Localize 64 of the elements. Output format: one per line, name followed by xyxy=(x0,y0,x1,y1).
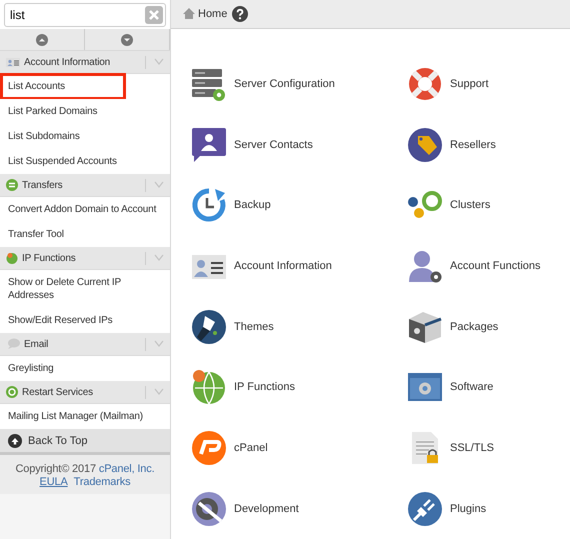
menu-item[interactable]: Greylisting xyxy=(0,355,170,382)
people-bubble-icon xyxy=(191,126,227,163)
clear-icon[interactable] xyxy=(145,6,163,24)
menu-item[interactable]: Convert Addon Domain to Account xyxy=(0,196,170,223)
tile-link[interactable]: Server Configuration xyxy=(191,54,407,114)
chevron-down-icon[interactable] xyxy=(154,340,164,348)
tile-link[interactable]: Themes xyxy=(191,296,407,357)
copyright-text: Copyright© 2017 cPanel, Inc. xyxy=(14,463,156,475)
menu-item[interactable]: Mailing List Manager (Mailman) xyxy=(0,403,170,430)
logo-icon xyxy=(191,430,227,466)
section-header[interactable]: IP Functions xyxy=(0,247,170,270)
search-field[interactable]: list xyxy=(4,3,166,27)
menu-item[interactable]: Transfer Tool xyxy=(0,221,170,248)
transfer-icon xyxy=(6,179,18,191)
chevron-down-icon[interactable] xyxy=(154,181,164,189)
section-header[interactable]: Transfers xyxy=(0,174,170,197)
tile-link[interactable]: Server Contacts xyxy=(191,114,407,175)
menu-item[interactable]: List Parked Domains xyxy=(0,98,170,125)
tile-link[interactable]: Software xyxy=(407,356,570,418)
section-title: Email xyxy=(24,338,50,350)
section-title: Transfers xyxy=(22,180,64,190)
tile-link[interactable]: Support xyxy=(407,54,570,114)
chevron-down-icon[interactable] xyxy=(154,254,164,262)
tile-link[interactable]: Account Functions xyxy=(407,236,570,296)
tile-link[interactable]: Account Information xyxy=(191,236,407,296)
tile-link[interactable]: IP Functions xyxy=(191,356,407,418)
chevron-down-icon[interactable] xyxy=(154,388,164,396)
id-card-icon xyxy=(6,56,20,68)
footer-link[interactable]: Trademarks xyxy=(74,476,130,488)
section-header[interactable]: Email xyxy=(0,333,170,356)
clock-arrow-icon xyxy=(191,187,227,224)
tile-link[interactable]: Resellers xyxy=(407,114,570,175)
arrow-up-icon xyxy=(8,434,22,448)
back-to-top-button[interactable]: Back To Top xyxy=(0,429,170,455)
tile-link[interactable]: cPanel xyxy=(191,418,407,478)
speech-bubble-icon xyxy=(6,338,20,350)
footer-link[interactable]: EULA xyxy=(40,476,68,488)
tile-link[interactable]: SSL/TLS xyxy=(407,418,570,478)
menu-item[interactable]: List Subdomains xyxy=(0,123,170,150)
section-title: IP Functions xyxy=(22,252,77,264)
tile-link[interactable]: Packages xyxy=(407,296,570,357)
section-title: Restart Services xyxy=(22,386,94,398)
tile-link[interactable]: Development xyxy=(191,478,407,539)
home-icon[interactable] xyxy=(183,8,195,20)
arrow-down-icon xyxy=(121,34,133,46)
tile-link[interactable]: Backup xyxy=(191,174,407,236)
menu-item[interactable]: Show/Edit Reserved IPs xyxy=(0,307,170,334)
section-header[interactable]: Account Information xyxy=(0,51,170,74)
tile-link[interactable]: Plugins xyxy=(407,478,570,539)
menu-item[interactable]: Show or Delete Current IP Addresses xyxy=(0,269,170,309)
price-tag-icon xyxy=(407,126,443,163)
company-link[interactable]: cPanel, Inc. xyxy=(98,463,155,475)
section-title: Account Information xyxy=(24,56,112,68)
help-icon[interactable] xyxy=(232,6,248,22)
chevron-down-icon[interactable] xyxy=(154,58,164,66)
paintbrush-icon xyxy=(191,308,227,345)
plug-icon xyxy=(407,490,443,527)
breadcrumb-link[interactable]: Home xyxy=(198,8,228,20)
menu-item[interactable]: List Suspended Accounts xyxy=(0,148,170,175)
restart-icon xyxy=(6,386,18,398)
section-header[interactable]: Restart Services xyxy=(0,381,170,404)
arrow-up-icon xyxy=(36,34,48,46)
tile-link[interactable]: Clusters xyxy=(407,174,570,236)
lifebuoy-icon xyxy=(407,66,443,102)
